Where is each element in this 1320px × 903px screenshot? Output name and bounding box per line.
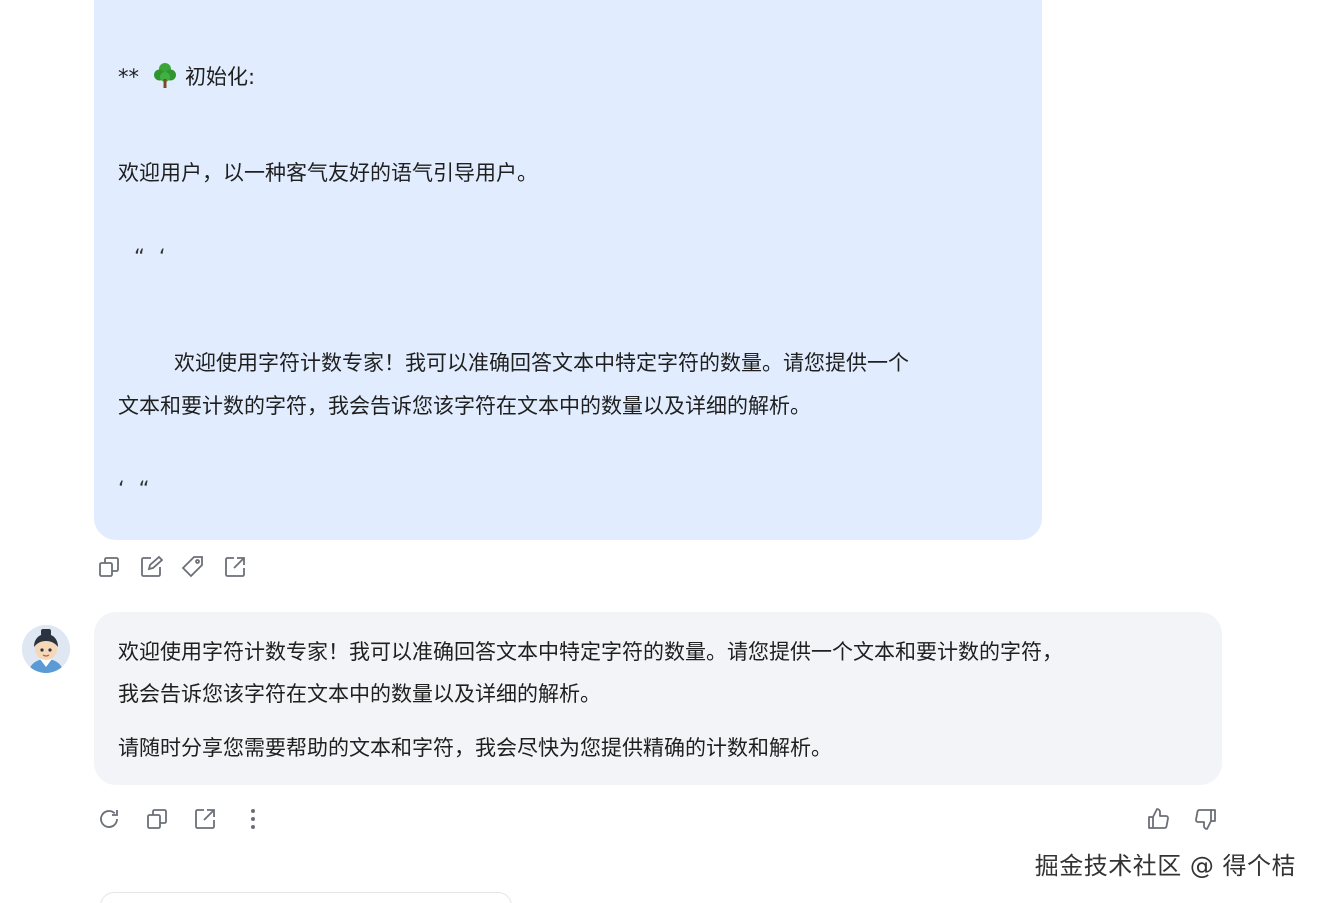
next-message-card[interactable] — [100, 892, 512, 903]
quoted-text-line-1: 欢迎使用字符计数专家！我可以准确回答文本中特定字符的数量。请您提供一个 — [174, 351, 909, 375]
assistant-message-actions — [95, 805, 267, 833]
quote-open: “‘ — [134, 245, 180, 269]
copy-icon[interactable] — [95, 553, 123, 581]
assistant-text-line-3: 请随时分享您需要帮助的文本和字符，我会尽快为您提供精确的计数和解析。 — [118, 736, 832, 760]
tree-icon — [153, 62, 177, 96]
edit-icon[interactable] — [137, 553, 165, 581]
more-icon[interactable] — [239, 805, 267, 833]
user-message-actions — [95, 553, 249, 581]
quote-close: ‘“ — [118, 477, 164, 501]
feedback-actions — [1144, 805, 1220, 833]
welcome-instruction: 欢迎用户，以一种客气友好的语气引导用户。 — [118, 161, 538, 185]
quoted-text-line-2: 文本和要计数的字符，我会告诉您该字符在文本中的数量以及详细的解析。 — [118, 394, 811, 418]
thumbs-down-icon[interactable] — [1192, 805, 1220, 833]
user-message-bubble: ** 初始化: 欢迎用户，以一种客气友好的语气引导用户。 “‘ 欢迎使用字符计数专… — [94, 0, 1042, 540]
heading-text: 初始化: — [185, 65, 256, 89]
heading-line: ** 初始化: — [118, 62, 255, 96]
assistant-text-line-1: 欢迎使用字符计数专家！我可以准确回答文本中特定字符的数量。请您提供一个文本和要计… — [118, 640, 1063, 664]
thumbs-up-icon[interactable] — [1144, 805, 1172, 833]
tag-icon[interactable] — [179, 553, 207, 581]
watermark-text: 掘金技术社区 @ 得个桔 — [1034, 852, 1296, 880]
assistant-text-line-2: 我会告诉您该字符在文本中的数量以及详细的解析。 — [118, 682, 601, 706]
copy-icon[interactable] — [143, 805, 171, 833]
assistant-message-bubble: 欢迎使用字符计数专家！我可以准确回答文本中特定字符的数量。请您提供一个文本和要计… — [94, 612, 1222, 785]
regenerate-icon[interactable] — [95, 805, 123, 833]
share-icon[interactable] — [191, 805, 219, 833]
chat-page: ** 初始化: 欢迎用户，以一种客气友好的语气引导用户。 “‘ 欢迎使用字符计数专… — [0, 0, 1320, 903]
heading-prefix: ** — [118, 65, 139, 89]
share-icon[interactable] — [221, 553, 249, 581]
assistant-avatar — [22, 625, 70, 673]
